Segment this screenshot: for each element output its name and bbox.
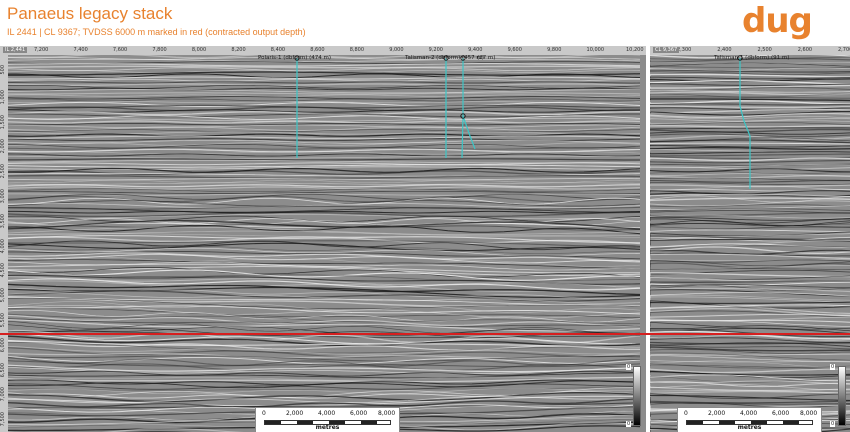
- x-axis-crossline: 2,3002,4002,5002,6002,700: [650, 46, 850, 55]
- y-tick-label: 1,000: [0, 89, 6, 105]
- scalebar-tick: 4,000: [318, 410, 336, 417]
- y-tick-label: 6,500: [0, 362, 6, 377]
- scalebar-tick: 6,000: [772, 410, 790, 417]
- x-tick-label: 2,700: [838, 47, 850, 53]
- header: Panaeus legacy stack IL 2441 | CL 9367; …: [0, 0, 850, 45]
- x-tick-label: 8,000: [191, 47, 207, 53]
- crossline-label: CL 9,367: [653, 47, 680, 53]
- x-tick-label: 9,800: [547, 47, 562, 53]
- colorbar-min-label: 0: [626, 421, 632, 427]
- scalebar-tick: 4,000: [740, 410, 758, 417]
- x-tick-label: 9,400: [468, 47, 483, 53]
- y-tick-label: 6,000: [0, 337, 6, 353]
- y-tick-label: 1,500: [0, 114, 6, 129]
- scalebar-tick: 0: [684, 410, 688, 417]
- x-tick-label: 9,200: [428, 47, 443, 53]
- y-tick-label: 2,000: [0, 139, 6, 154]
- y-tick-label: 7,000: [0, 387, 6, 402]
- scalebar-tick: 2,000: [708, 410, 726, 417]
- x-tick-label: 8,600: [310, 47, 325, 53]
- scalebar-tick: 0: [262, 410, 266, 417]
- amplitude-colorbar-crossline: [838, 366, 846, 426]
- scalebar-tick: 8,000: [378, 410, 396, 417]
- scalebar-crossline: 0 2,000 4,000 6,000 8,000 metres: [677, 407, 822, 432]
- y-axis-inline: 500 1,000 1,500 2,000 2,500 3,000 3,500 4,000 4,…: [0, 55, 8, 432]
- depth-marker-6000m: [0, 333, 850, 335]
- scalebar-tick: 6,000: [350, 410, 368, 417]
- y-tick-label: 4,500: [0, 263, 6, 278]
- page-title: Panaeus legacy stack: [7, 4, 173, 23]
- scalebar-unit: metres: [737, 424, 762, 431]
- y-tick-label: 5,500: [0, 313, 6, 328]
- dug-logo: dug: [742, 1, 813, 41]
- colorbar-max-label: 0: [626, 364, 632, 370]
- colorbar-min-label: 0: [830, 421, 836, 427]
- scalebar-unit: metres: [315, 424, 340, 431]
- x-tick-label: 9,000: [389, 47, 404, 53]
- x-tick-label: 7,400: [73, 47, 88, 53]
- x-tick-label: 2,600: [797, 47, 813, 53]
- x-tick-label: 10,200: [626, 47, 644, 53]
- scalebar-tick: 2,000: [286, 410, 304, 417]
- y-tick-label: 4,000: [0, 238, 6, 253]
- inline-label: IL 2,441: [3, 47, 28, 53]
- x-tick-label: 2,400: [717, 47, 732, 53]
- y-tick-label: 7,500: [0, 412, 6, 427]
- x-tick-label: 10,000: [586, 47, 605, 53]
- x-tick-label: 8,200: [231, 47, 246, 53]
- colorbar-max-label: 0: [830, 364, 836, 370]
- amplitude-colorbar-inline: [633, 366, 641, 426]
- well-label-talisman-2-offset[interactable]: (27 m): [477, 55, 495, 61]
- x-tick-label: 7,800: [152, 47, 167, 53]
- x-tick-label: 9,600: [507, 47, 522, 53]
- inline-section-panel[interactable]: 7,200 7,400 7,600 7,800 8,000 8,200 8,400 8,600…: [0, 46, 646, 432]
- seismic-image-inline[interactable]: [0, 46, 646, 432]
- well-label-polaris-1[interactable]: Polaris-1 (dbform) (474 m): [258, 55, 331, 61]
- crossline-section-panel[interactable]: 2,3002,4002,5002,6002,700 CL 9,367 Talis…: [650, 46, 850, 432]
- x-tick-label: 7,200: [34, 47, 49, 53]
- y-tick-label: 2,500: [0, 164, 6, 179]
- x-tick-label: 8,400: [270, 47, 286, 53]
- seismic-image-crossline[interactable]: [650, 46, 850, 432]
- well-label-talisman-1[interactable]: Talisman-1 (dbform) (91 m): [714, 55, 789, 61]
- x-tick-label: 7,600: [112, 47, 128, 53]
- scalebar-tick: 8,000: [800, 410, 818, 417]
- y-tick-label: 500: [0, 65, 6, 75]
- scalebar-inline: 0 2,000 4,000 6,000 8,000 metres: [255, 407, 400, 432]
- y-tick-label: 5,000: [0, 288, 6, 303]
- page-subtitle: IL 2441 | CL 9367; TVDSS 6000 m marked i…: [7, 27, 306, 37]
- x-tick-label: 8,800: [349, 47, 365, 53]
- well-label-talisman-2[interactable]: Talisman-2 (dbform) (457 m): [405, 55, 484, 61]
- x-axis-inline: 7,200 7,400 7,600 7,800 8,000 8,200 8,400 8,600…: [0, 46, 646, 55]
- x-tick-label: 2,500: [757, 47, 772, 53]
- y-tick-label: 3,500: [0, 213, 6, 229]
- y-tick-label: 3,000: [0, 189, 6, 204]
